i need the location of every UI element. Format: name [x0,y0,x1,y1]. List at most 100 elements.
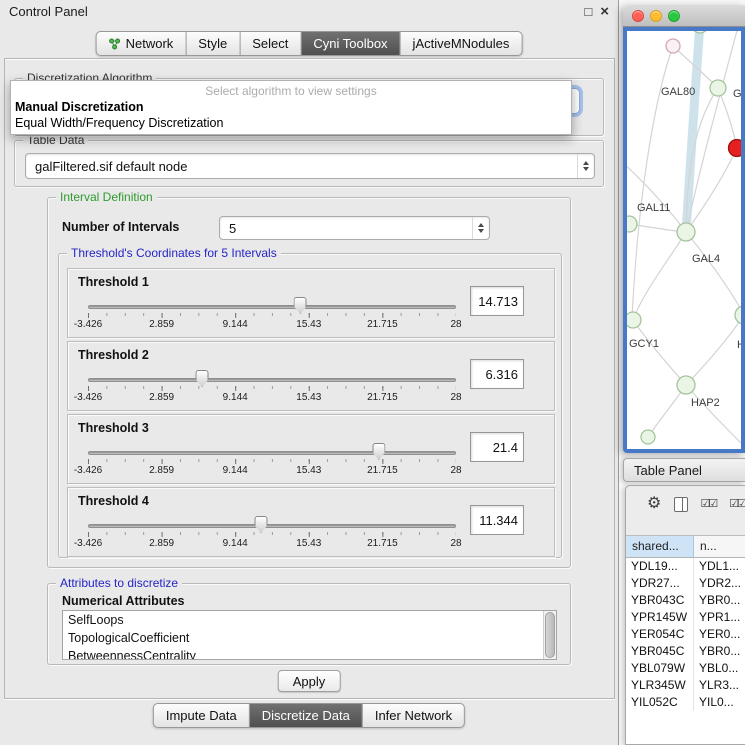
threshold-4-box: Threshold 4 -3.426 2.859 9.144 15.43 21.… [67,487,555,557]
list-item[interactable]: BetweennessCentrality [63,647,556,660]
threshold-3-label: Threshold 3 [78,421,149,435]
network-node-gal11[interactable] [627,216,637,232]
network-view-frame: GAL80 GA GAL11 GAL4 GCY1 H HAP2 [623,27,745,453]
threshold-3-value-field[interactable]: 21.4 [470,432,524,462]
network-canvas[interactable]: GAL80 GA GAL11 GAL4 GCY1 H HAP2 [627,31,741,449]
table-row[interactable]: YPR145WYPR1... [626,609,745,626]
tab-network[interactable]: Network [97,32,187,55]
threshold-2-slider[interactable]: -3.426 2.859 9.144 15.43 21.715 28 [88,372,456,406]
network-node-gcy1[interactable] [627,312,641,328]
tab-cyni-toolbox[interactable]: Cyni Toolbox [301,32,400,55]
apply-button[interactable]: Apply [278,670,341,692]
minimize-window-icon[interactable] [650,10,662,22]
slider-track[interactable] [88,451,456,455]
table-data-select[interactable]: galFiltered.sif default node [25,153,595,179]
scale-label: 28 [450,319,461,330]
tab-infer-network[interactable]: Infer Network [363,704,464,727]
slider-thumb[interactable] [254,516,267,533]
slider-thumb[interactable] [372,443,385,460]
scale-label: 9.144 [223,538,248,549]
scale-label: 2.859 [149,319,174,330]
column-header-shared-name[interactable]: shared... [626,536,694,557]
num-intervals-select[interactable]: 5 [219,216,490,240]
slider-scale-labels: -3.426 2.859 9.144 15.43 21.715 28 [88,538,456,550]
close-panel-icon[interactable]: × [600,5,609,18]
scale-label: 9.144 [223,319,248,330]
table-data-selected-value: galFiltered.sif default node [35,159,187,174]
dropdown-placeholder-item[interactable]: Select algorithm to view settings [11,84,571,99]
network-node[interactable] [735,306,741,324]
table-row[interactable]: YBR045CYBR0... [626,643,745,660]
dropdown-option-manual-discretization[interactable]: Manual Discretization [11,99,571,115]
table-row[interactable]: YLR345WYLR3... [626,677,745,694]
threshold-4-label: Threshold 4 [78,494,149,508]
columns-icon[interactable] [674,497,687,512]
table-row[interactable]: YBL079WYBL0... [626,660,745,677]
control-panel-tab-bar: Network Style Select Cyni Toolbox jActiv… [96,31,523,56]
network-node[interactable] [666,39,680,53]
cell: YBL0... [694,660,745,677]
slider-ticks [88,386,456,391]
float-panel-icon[interactable]: □ [584,5,592,18]
list-item[interactable]: SelfLoops [63,611,556,629]
tab-label: Infer Network [375,708,452,723]
table-row[interactable]: YDL19...YDL1... [626,558,745,575]
table-row[interactable]: YER054CYER0... [626,626,745,643]
network-node-gal80[interactable] [710,80,726,96]
group-title: Attributes to discretize [56,576,182,590]
scrollbar-thumb[interactable] [545,612,555,658]
list-item[interactable]: TopologicalCoefficient [63,629,556,647]
dropdown-option-equal-width-frequency[interactable]: Equal Width/Frequency Discretization [11,115,571,131]
network-view-window: GAL80 GA GAL11 GAL4 GCY1 H HAP2 [623,5,745,453]
num-intervals-value: 5 [229,221,236,236]
scale-label: 15.43 [296,538,321,549]
node-label-gal80: GAL80 [661,86,695,98]
slider-track[interactable] [88,378,456,382]
slider-track[interactable] [88,305,456,309]
select-all-checkbox-icon[interactable]: ☑☑ [701,496,717,512]
node-label-gcy1: GCY1 [629,338,659,350]
network-node[interactable] [692,31,708,33]
tab-style[interactable]: Style [186,32,240,55]
network-node-hap2[interactable] [677,376,695,394]
network-node-selected[interactable] [729,140,742,157]
scale-label: 9.144 [223,392,248,403]
threshold-4-value-field[interactable]: 11.344 [470,505,524,535]
gear-icon[interactable]: ⚙ [647,496,661,512]
threshold-3-slider[interactable]: -3.426 2.859 9.144 15.43 21.715 28 [88,445,456,479]
scale-label: 28 [450,538,461,549]
threshold-1-box: Threshold 1 -3.426 2.859 9.144 15.43 21.… [67,268,555,338]
tab-impute-data[interactable]: Impute Data [154,704,250,727]
tab-discretize-data[interactable]: Discretize Data [250,704,363,727]
selection-mode-checkbox-icon[interactable]: ☑☑ [729,496,745,512]
table-row[interactable]: YDR27...YDR2... [626,575,745,592]
close-window-icon[interactable] [632,10,644,22]
slider-ticks [88,313,456,318]
tab-select[interactable]: Select [240,32,301,55]
list-scrollbar[interactable] [543,611,556,659]
cell: YDR27... [626,575,694,592]
combo-stepper-icon [472,217,489,239]
numerical-attributes-label: Numerical Attributes [62,594,184,608]
slider-ticks [88,532,456,537]
slider-thumb[interactable] [196,370,209,387]
tab-jactivemnodules[interactable]: jActiveMNodules [401,32,522,55]
scale-label: 2.859 [149,465,174,476]
network-node[interactable] [641,430,655,444]
slider-track[interactable] [88,524,456,528]
table-row[interactable]: YIL052CYIL0... [626,694,745,711]
tab-label: Style [198,36,227,51]
network-node-gal4[interactable] [677,223,695,241]
cell: YDL1... [694,558,745,575]
zoom-window-icon[interactable] [668,10,680,22]
table-row[interactable]: YBR043CYBR0... [626,592,745,609]
threshold-4-slider[interactable]: -3.426 2.859 9.144 15.43 21.715 28 [88,518,456,552]
slider-scale-labels: -3.426 2.859 9.144 15.43 21.715 28 [88,392,456,404]
threshold-2-value-field[interactable]: 6.316 [470,359,524,389]
slider-thumb[interactable] [294,297,307,314]
threshold-1-value-field[interactable]: 14.713 [470,286,524,316]
threshold-1-slider[interactable]: -3.426 2.859 9.144 15.43 21.715 28 [88,299,456,333]
attributes-to-discretize-group: Attributes to discretize Numerical Attri… [47,583,571,665]
thresholds-coordinates-group: Threshold's Coordinates for 5 Intervals … [58,253,562,558]
column-header-name[interactable]: n... [694,536,745,557]
